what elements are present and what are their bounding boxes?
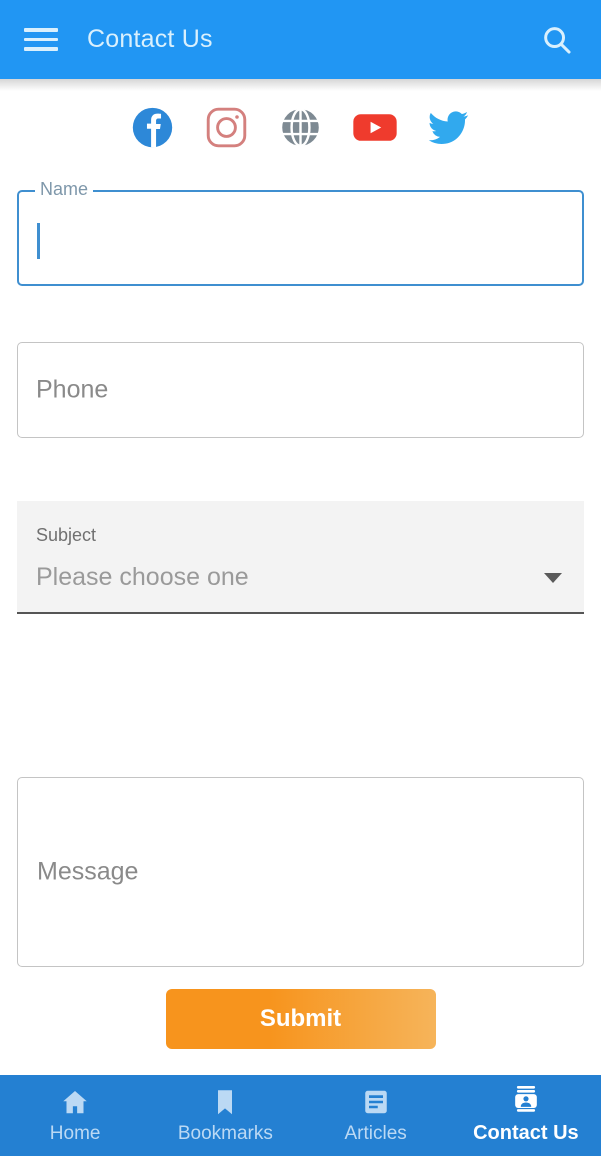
nav-item-home[interactable]: Home	[0, 1075, 150, 1156]
facebook-icon[interactable]	[130, 104, 176, 150]
hamburger-menu-icon[interactable]	[11, 10, 71, 70]
subject-select-label: Subject	[36, 525, 97, 545]
bottom-navigation: Home Bookmarks Articles Contact Us	[0, 1075, 601, 1156]
instagram-icon[interactable]	[204, 104, 250, 150]
home-icon	[60, 1087, 90, 1117]
phone-field[interactable]: Phone	[17, 342, 584, 438]
twitter-icon[interactable]	[426, 104, 472, 150]
nav-label-contact-us: Contact Us	[473, 1122, 579, 1144]
submit-button-container: Submit	[17, 989, 584, 1049]
bookmark-icon	[210, 1087, 240, 1117]
subject-select-value: Please choose one	[36, 563, 249, 591]
chevron-down-icon[interactable]	[544, 573, 562, 583]
contact-form: Name Phone Subject Please choose one Mes…	[0, 179, 601, 1049]
hamburger-line	[24, 28, 58, 32]
app-bar: Contact Us	[0, 0, 601, 79]
youtube-icon[interactable]	[352, 104, 398, 150]
hamburger-line	[24, 37, 58, 42]
message-field-placeholder: Message	[37, 857, 139, 886]
hamburger-line	[24, 47, 58, 51]
page-content: Name Phone Subject Please choose one Mes…	[0, 79, 601, 1156]
name-field-outline	[17, 190, 584, 286]
name-field-label: Name	[35, 179, 94, 199]
contact-card-icon	[511, 1085, 541, 1116]
phone-field-placeholder: Phone	[36, 375, 109, 404]
globe-icon[interactable]	[278, 104, 324, 150]
app-root: Contact Us Name Phone Subject Please cho…	[0, 0, 601, 1156]
name-field[interactable]: Name	[17, 179, 584, 286]
nav-label-bookmarks: Bookmarks	[177, 1122, 273, 1144]
submit-button[interactable]: Submit	[165, 989, 436, 1049]
nav-item-contact-us[interactable]: Contact Us	[451, 1075, 601, 1156]
nav-item-articles[interactable]: Articles	[301, 1075, 451, 1156]
page-title: Contact Us	[87, 25, 213, 53]
nav-label-home: Home	[49, 1122, 101, 1144]
message-field[interactable]: Message	[17, 777, 584, 967]
nav-item-bookmarks[interactable]: Bookmarks	[150, 1075, 300, 1156]
text-cursor	[37, 223, 40, 259]
nav-label-articles: Articles	[344, 1122, 407, 1144]
subject-select[interactable]: Subject Please choose one	[17, 501, 584, 614]
search-icon[interactable]	[531, 14, 583, 66]
social-links-row	[0, 79, 601, 157]
article-icon	[361, 1087, 391, 1117]
